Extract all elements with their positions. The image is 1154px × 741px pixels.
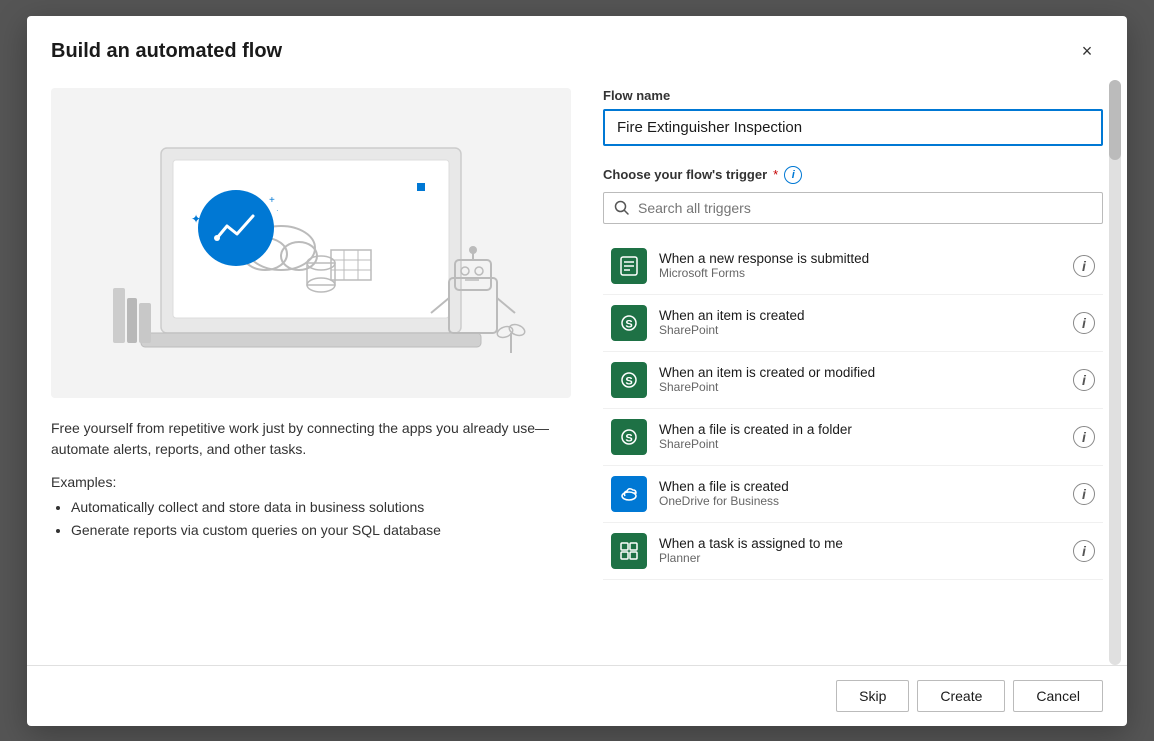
- search-input[interactable]: [638, 200, 1092, 216]
- trigger-item[interactable]: When a new response is submitted Microso…: [603, 238, 1103, 295]
- trigger-icon-t1: [611, 248, 647, 284]
- trigger-source: SharePoint: [659, 380, 1061, 394]
- illustration: ✦ + ·: [51, 88, 571, 398]
- close-button[interactable]: ×: [1071, 36, 1103, 68]
- trigger-text: When a new response is submitted Microso…: [659, 251, 1061, 280]
- trigger-source: SharePoint: [659, 437, 1061, 451]
- svg-text:·: ·: [276, 206, 279, 215]
- trigger-source: Planner: [659, 551, 1061, 565]
- trigger-info-t4[interactable]: i: [1073, 426, 1095, 448]
- search-box[interactable]: [603, 192, 1103, 224]
- create-button[interactable]: Create: [917, 680, 1005, 712]
- trigger-icon-t2: S: [611, 305, 647, 341]
- svg-text:S: S: [625, 432, 632, 444]
- examples-list: Automatically collect and store data in …: [51, 496, 571, 544]
- flow-name-label: Flow name: [603, 88, 1103, 103]
- trigger-source: OneDrive for Business: [659, 494, 1061, 508]
- required-star: *: [773, 167, 778, 182]
- trigger-icon-t6: [611, 533, 647, 569]
- trigger-name: When an item is created: [659, 308, 1061, 323]
- trigger-item[interactable]: S When a file is created in a folder Sha…: [603, 409, 1103, 466]
- right-panel: Flow name Choose your flow's trigger * i: [603, 80, 1103, 665]
- trigger-item[interactable]: S When an item is created SharePoint i: [603, 295, 1103, 352]
- trigger-text: When an item is created SharePoint: [659, 308, 1061, 337]
- trigger-info-t1[interactable]: i: [1073, 255, 1095, 277]
- svg-text:S: S: [625, 375, 632, 387]
- example-item-2: Generate reports via custom queries on y…: [71, 519, 571, 543]
- dialog-header: Build an automated flow ×: [27, 16, 1127, 80]
- trigger-name: When a task is assigned to me: [659, 536, 1061, 551]
- trigger-source: SharePoint: [659, 323, 1061, 337]
- trigger-text: When a task is assigned to me Planner: [659, 536, 1061, 565]
- trigger-info-t5[interactable]: i: [1073, 483, 1095, 505]
- trigger-info-icon[interactable]: i: [784, 166, 802, 184]
- examples-title: Examples:: [51, 474, 571, 490]
- trigger-text: When a file is created in a folder Share…: [659, 422, 1061, 451]
- search-icon: [614, 200, 630, 216]
- trigger-item[interactable]: S When an item is created or modified Sh…: [603, 352, 1103, 409]
- dialog-footer: Skip Create Cancel: [27, 665, 1127, 726]
- trigger-item[interactable]: When a file is created OneDrive for Busi…: [603, 466, 1103, 523]
- trigger-icon-t5: [611, 476, 647, 512]
- svg-text:S: S: [625, 318, 632, 330]
- trigger-info-t6[interactable]: i: [1073, 540, 1095, 562]
- trigger-info-t3[interactable]: i: [1073, 369, 1095, 391]
- trigger-name: When a new response is submitted: [659, 251, 1061, 266]
- trigger-label: Choose your flow's trigger: [603, 167, 767, 182]
- trigger-text: When a file is created OneDrive for Busi…: [659, 479, 1061, 508]
- triggers-list: When a new response is submitted Microso…: [603, 238, 1103, 657]
- cancel-button[interactable]: Cancel: [1013, 680, 1103, 712]
- svg-text:+: +: [269, 195, 275, 206]
- left-panel: ✦ + · Free yourself from repetitive work…: [51, 80, 571, 665]
- dialog-body: ✦ + · Free yourself from repetitive work…: [27, 80, 1127, 665]
- trigger-source: Microsoft Forms: [659, 266, 1061, 280]
- trigger-name: When a file is created: [659, 479, 1061, 494]
- trigger-item[interactable]: When a task is assigned to me Planner i: [603, 523, 1103, 580]
- svg-text:✦: ✦: [191, 212, 201, 226]
- skip-button[interactable]: Skip: [836, 680, 909, 712]
- example-item-1: Automatically collect and store data in …: [71, 496, 571, 520]
- description-text: Free yourself from repetitive work just …: [51, 418, 571, 460]
- trigger-name: When a file is created in a folder: [659, 422, 1061, 437]
- trigger-text: When an item is created or modified Shar…: [659, 365, 1061, 394]
- dialog: Build an automated flow ×: [27, 16, 1127, 726]
- trigger-info-t2[interactable]: i: [1073, 312, 1095, 334]
- scrollbar-thumb[interactable]: [1109, 80, 1121, 160]
- trigger-name: When an item is created or modified: [659, 365, 1061, 380]
- scrollbar-track[interactable]: [1109, 80, 1121, 665]
- flow-name-input[interactable]: [603, 109, 1103, 146]
- dialog-title: Build an automated flow: [51, 40, 282, 63]
- trigger-icon-t3: S: [611, 362, 647, 398]
- trigger-label-row: Choose your flow's trigger * i: [603, 166, 1103, 184]
- trigger-icon-t4: S: [611, 419, 647, 455]
- dialog-overlay: Build an automated flow ×: [0, 0, 1154, 741]
